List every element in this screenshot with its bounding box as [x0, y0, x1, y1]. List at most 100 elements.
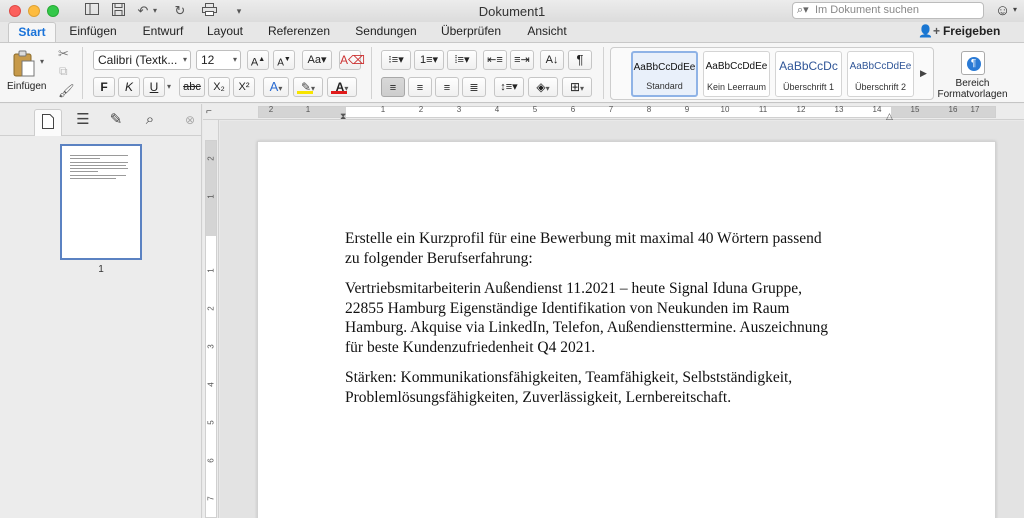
tab-referenzen[interactable]: Referenzen — [260, 22, 338, 42]
document-search-input[interactable]: ⌕▾ Im Dokument suchen — [792, 2, 984, 19]
style-standard[interactable]: AaBbCcDdEe Standard — [631, 51, 698, 97]
page-thumbnail[interactable] — [60, 144, 142, 260]
style-name: Überschrift 1 — [782, 82, 835, 92]
styles-more-arrow-icon[interactable]: ▶ — [920, 68, 927, 79]
styles-pane-icon: ¶ — [960, 51, 985, 75]
ruler-number: 8 — [646, 105, 652, 114]
document-line: Problemlösungsfähigkeiten, Zuverlässigke… — [345, 388, 732, 406]
vertical-ruler[interactable]: 2 1 1 2 3 4 5 6 7 — [203, 120, 219, 518]
style-ueberschrift-1[interactable]: AaBbCcDc Überschrift 1 — [775, 51, 842, 97]
reviewing-tab-icon[interactable]: ✎ — [102, 109, 130, 133]
bold-button[interactable]: F — [93, 77, 115, 97]
clear-formatting-icon[interactable]: A⌫ — [339, 50, 365, 70]
multilevel-list-button[interactable]: ⁞≡▾ — [447, 50, 477, 70]
chevron-down-icon: ▾ — [232, 55, 237, 64]
ruler-number: 2 — [268, 105, 274, 114]
sidebar-search-icon[interactable]: ⌕ — [136, 109, 164, 133]
tab-entwurf[interactable]: Entwurf — [134, 22, 192, 42]
document-body[interactable]: Erstelle ein Kurzprofil für eine Bewerbu… — [345, 229, 905, 418]
navigation-sidebar: ☰ ✎ ⌕ ⊗ 1 — [0, 104, 202, 518]
share-button[interactable]: 👤+ Freigeben — [918, 24, 1000, 38]
highlight-color-button[interactable]: ✎▾ — [293, 77, 323, 97]
ruler-number: 5 — [532, 105, 538, 114]
horizontal-ruler[interactable]: 2 1 1 2 3 4 5 6 7 8 9 10 11 12 13 14 15 … — [203, 104, 1024, 121]
tab-start[interactable]: Start — [8, 22, 56, 42]
redo-icon[interactable]: ↻ — [172, 3, 188, 19]
decrease-indent-icon[interactable]: ⇤≡ — [483, 50, 507, 70]
style-ueberschrift-2[interactable]: AaBbCcDdEe Überschrift 2 — [847, 51, 914, 97]
document-paragraph: Vertriebsmitarbeiterin Außendienst 11.20… — [345, 279, 905, 357]
bullets-button[interactable]: ⁝≡▾ — [381, 50, 411, 70]
sidebar-toggle-icon[interactable] — [84, 3, 100, 19]
document-canvas: Erstelle ein Kurzprofil für eine Bewerbu… — [220, 121, 1024, 518]
minimize-window-button[interactable] — [28, 5, 40, 17]
italic-button[interactable]: K — [118, 77, 140, 97]
shading-button[interactable]: ◈▾ — [528, 77, 558, 97]
page-thumbnail-number: 1 — [98, 264, 104, 275]
tab-ueberpruefen[interactable]: Überprüfen — [433, 22, 509, 42]
cut-icon[interactable]: ✂ — [58, 46, 69, 62]
tab-selector-icon[interactable]: ⌐ — [206, 106, 212, 117]
ruler-number: 5 — [206, 420, 216, 425]
ruler-number: 11 — [758, 105, 768, 114]
undo-dropdown-icon[interactable]: ▾ — [151, 3, 159, 19]
tab-ansicht[interactable]: Ansicht — [518, 22, 576, 42]
search-placeholder: Im Dokument suchen — [815, 4, 919, 16]
font-color-button[interactable]: A▾ — [327, 77, 357, 97]
font-name-value: Calibri (Textk... — [98, 53, 178, 67]
sidebar-tabs: ☰ ✎ ⌕ ⊗ — [0, 104, 202, 136]
ruler-number: 17 — [970, 105, 980, 114]
paste-options-icon[interactable]: ▾ — [40, 57, 44, 66]
shrink-font-button[interactable]: A▼ — [273, 50, 295, 70]
tab-sendungen[interactable]: Sendungen — [349, 22, 423, 42]
feedback-dropdown-icon[interactable]: ▾ — [1013, 5, 1017, 14]
copy-icon[interactable]: ⧉ — [59, 64, 68, 79]
line-spacing-button[interactable]: ↕≡▾ — [494, 77, 524, 97]
subscript-button[interactable]: X₂ — [208, 77, 230, 97]
underline-button[interactable]: U — [143, 77, 165, 97]
close-sidebar-icon[interactable]: ⊗ — [176, 109, 204, 133]
strikethrough-button[interactable]: abc — [179, 77, 205, 97]
superscript-button[interactable]: X² — [233, 77, 255, 97]
thumbnails-tab-icon[interactable] — [34, 109, 62, 136]
ruler-number: 6 — [570, 105, 576, 114]
tab-einfuegen[interactable]: Einfügen — [62, 22, 124, 42]
undo-icon[interactable]: ↶ — [135, 3, 151, 19]
paste-icon[interactable] — [12, 50, 35, 77]
feedback-smiley-icon[interactable]: ☺ — [995, 2, 1010, 19]
font-name-select[interactable]: Calibri (Textk... ▾ — [93, 50, 191, 70]
justify-button[interactable]: ≣ — [462, 77, 486, 97]
tab-layout[interactable]: Layout — [200, 22, 250, 42]
document-line: Vertriebsmitarbeiterin Außendienst 11.20… — [345, 280, 803, 297]
document-line: für beste Kundenzufriedenheit Q4 2021. — [345, 338, 596, 356]
save-icon[interactable] — [110, 3, 126, 19]
underline-dropdown-icon[interactable]: ▾ — [167, 82, 171, 91]
ribbon-tab-bar: Start Einfügen Entwurf Layout Referenzen… — [0, 22, 1024, 42]
text-effects-icon[interactable]: A▾ — [263, 77, 289, 97]
increase-indent-icon[interactable]: ≡⇥ — [510, 50, 534, 70]
paste-label: Einfügen — [7, 81, 47, 92]
ruler-number: 7 — [206, 496, 216, 501]
document-page[interactable]: Erstelle ein Kurzprofil für eine Bewerbu… — [257, 141, 996, 518]
styles-gallery: AaBbCcDdEe Standard AaBbCcDdEe Kein Leer… — [610, 47, 934, 100]
font-size-select[interactable]: 12 ▾ — [196, 50, 241, 70]
align-center-button[interactable]: ≡ — [408, 77, 432, 97]
style-sample: AaBbCcDc — [779, 59, 838, 73]
show-formatting-marks-icon[interactable]: ¶ — [568, 50, 592, 70]
numbering-button[interactable]: 1≡▾ — [414, 50, 444, 70]
change-case-button[interactable]: Aa▾ — [302, 50, 332, 70]
style-kein-leerraum[interactable]: AaBbCcDdEe Kein Leerraum — [703, 51, 770, 97]
sort-icon[interactable]: A↓ — [540, 50, 564, 70]
close-window-button[interactable] — [9, 5, 21, 17]
print-icon[interactable] — [200, 3, 218, 19]
ruler-number: 9 — [684, 105, 690, 114]
grow-font-button[interactable]: A▲ — [247, 50, 269, 70]
align-left-button[interactable]: ≡ — [381, 77, 405, 97]
outline-tab-icon[interactable]: ☰ — [69, 109, 97, 133]
align-right-button[interactable]: ≡ — [435, 77, 459, 97]
format-painter-icon[interactable]: 🖌 — [58, 83, 75, 99]
zoom-window-button[interactable] — [47, 5, 59, 17]
borders-button[interactable]: ⊞▾ — [562, 77, 592, 97]
styles-pane-button[interactable]: ¶ Bereich Formatvorlagen — [935, 51, 1010, 100]
customize-toolbar-icon[interactable]: ▾ — [234, 3, 244, 19]
